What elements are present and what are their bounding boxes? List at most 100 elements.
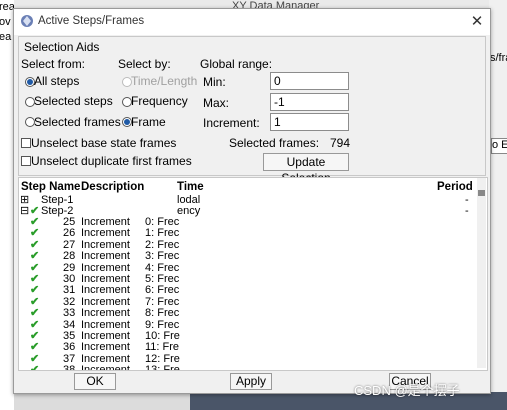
radio-frame-label[interactable]: Frame	[131, 115, 166, 129]
unselect-duplicate-label[interactable]: Unselect duplicate first frames	[31, 154, 192, 168]
selected-frames-label: Selected frames:	[229, 136, 320, 150]
selected-frames-count: 794	[330, 136, 351, 150]
checkmark-icon[interactable]: ✔	[30, 308, 39, 319]
checkmark-icon[interactable]: ✔	[30, 251, 39, 262]
table-row[interactable]: ✔ 30 Increment 5: Frec	[19, 274, 469, 285]
increment-description: 8: Frec	[145, 307, 180, 320]
increment-description: 1: Frec	[145, 227, 180, 240]
table-row[interactable]: ✔ 34 Increment 9: Frec	[19, 318, 469, 331]
table-row[interactable]: ✔ 32 Increment 7: Frec	[19, 295, 469, 308]
select-from-label: Select from:	[21, 57, 86, 71]
max-input[interactable]	[270, 93, 349, 111]
increment-input[interactable]	[270, 113, 349, 131]
selection-aids-title: Selection Aids	[24, 40, 100, 54]
increment-number: 30	[63, 273, 76, 285]
apply-button[interactable]: Apply	[230, 373, 272, 390]
increment-label: Increment:	[203, 116, 260, 130]
column-header-step-name[interactable]: Step Name	[21, 181, 80, 193]
increment-label: Increment	[81, 261, 130, 274]
checkmark-icon[interactable]: ✔	[30, 365, 39, 370]
increment-label: Increment	[81, 284, 130, 297]
vertical-scrollbar[interactable]	[477, 178, 486, 368]
unselect-base-checkbox[interactable]	[21, 138, 31, 148]
radio-time-length-label: Time/Length	[131, 74, 198, 88]
table-row[interactable]: ✔ 28 Increment 3: Frec	[19, 251, 469, 262]
increment-description: 10: Fre	[145, 330, 180, 342]
ok-button[interactable]: OK	[74, 373, 116, 390]
increment-label: Increment	[81, 330, 130, 342]
increment-description: 9: Frec	[145, 318, 180, 331]
increment-description: 11: Fre	[145, 341, 180, 354]
min-input[interactable]	[270, 72, 349, 90]
checkmark-icon[interactable]: ✔	[30, 274, 39, 285]
increment-label: Increment	[81, 273, 130, 285]
table-row[interactable]: ⊞ Step-1 lodal -	[19, 195, 469, 206]
table-row[interactable]: ✔ 26 Increment 1: Frec	[19, 228, 469, 239]
dialog-title: Active Steps/Frames	[38, 15, 145, 27]
checkmark-icon[interactable]: ✔	[30, 239, 39, 251]
table-row[interactable]: ✔ 25 Increment 0: Frec	[19, 217, 469, 228]
increment-number: 27	[63, 238, 76, 251]
increment-number: 38	[63, 364, 76, 371]
background-fragment: ov	[0, 16, 11, 28]
increment-number: 28	[63, 250, 76, 263]
checkmark-icon[interactable]: ✔	[30, 262, 39, 274]
select-by-label: Select by:	[118, 57, 171, 71]
column-header-period[interactable]: Period	[437, 181, 473, 193]
watermark: CSDN @是个摆子	[354, 383, 460, 398]
update-selection-button[interactable]: Update Selection	[263, 153, 349, 185]
increment-number: 31	[63, 284, 76, 297]
close-icon[interactable]: ✕	[468, 13, 486, 31]
unselect-duplicate-checkbox[interactable]	[21, 156, 31, 166]
checkmark-icon[interactable]: ✔	[30, 285, 39, 296]
increment-label: Increment	[81, 307, 130, 320]
active-steps-frames-dialog: Active Steps/Frames ✕ Selection Aids Sel…	[13, 8, 491, 394]
selection-aids-group: Selection Aids Select from: All steps Se…	[18, 36, 486, 185]
table-row[interactable]: ✔ 31 Increment 6: Frec	[19, 285, 469, 296]
checkmark-icon[interactable]: ✔	[30, 319, 39, 331]
table-row[interactable]: ✔ 27 Increment 2: Frec	[19, 238, 469, 251]
checkmark-icon[interactable]: ✔	[30, 331, 39, 342]
table-row[interactable]: ✔ 29 Increment 4: Frec	[19, 261, 469, 274]
increment-number: 34	[63, 318, 76, 331]
increment-number: 26	[63, 227, 76, 240]
background-fragment: ea	[0, 31, 12, 43]
background-fragment: o E	[491, 138, 507, 154]
collapse-icon[interactable]: ⊟	[20, 206, 29, 217]
scrollbar-thumb[interactable]	[478, 190, 485, 196]
increment-description: 2: Frec	[145, 238, 180, 251]
checkmark-icon[interactable]: ✔	[30, 217, 39, 228]
increment-label: Increment	[81, 318, 130, 331]
checkmark-icon[interactable]: ✔	[30, 353, 39, 365]
increment-number: 37	[63, 352, 76, 365]
increment-description: 0: Frec	[145, 216, 180, 228]
title-bar[interactable]: Active Steps/Frames ✕	[14, 9, 490, 35]
increment-label: Increment	[81, 295, 130, 308]
increment-description: 4: Frec	[145, 261, 180, 274]
radio-frequency-label[interactable]: Frequency	[131, 94, 188, 108]
table-row[interactable]: ✔ 38 Increment 13: Fre	[19, 364, 469, 371]
background-left-panel: reams ov ea	[0, 0, 30, 410]
min-label: Min:	[203, 75, 226, 89]
table-row[interactable]: ✔ 37 Increment 12: Fre	[19, 352, 469, 365]
increment-number: 29	[63, 261, 76, 274]
unselect-base-label[interactable]: Unselect base state frames	[31, 136, 176, 150]
background-fragment: s/fra	[490, 52, 507, 64]
checkmark-icon[interactable]: ✔	[30, 228, 39, 239]
increment-label: Increment	[81, 250, 130, 263]
table-row[interactable]: ✔ 36 Increment 11: Fre	[19, 342, 469, 353]
checkmark-icon[interactable]: ✔	[30, 296, 39, 308]
steps-frames-table: Step Name Description Time Period ⊞ Step…	[18, 177, 488, 371]
checkmark-icon[interactable]: ✔	[30, 342, 39, 353]
radio-selected-frames-label[interactable]: Selected frames	[34, 115, 121, 129]
increment-description: 5: Frec	[145, 273, 180, 285]
table-row[interactable]: ✔ 33 Increment 8: Frec	[19, 308, 469, 319]
column-header-description[interactable]: Description	[81, 181, 144, 193]
increment-description: 7: Frec	[145, 295, 180, 308]
column-header-time[interactable]: Time	[177, 181, 204, 193]
radio-all-steps-label[interactable]: All steps	[34, 74, 79, 88]
increment-label: Increment	[81, 216, 130, 228]
radio-selected-steps-label[interactable]: Selected steps	[34, 94, 113, 108]
table-row[interactable]: ✔ 35 Increment 10: Fre	[19, 331, 469, 342]
increment-label: Increment	[81, 341, 130, 354]
